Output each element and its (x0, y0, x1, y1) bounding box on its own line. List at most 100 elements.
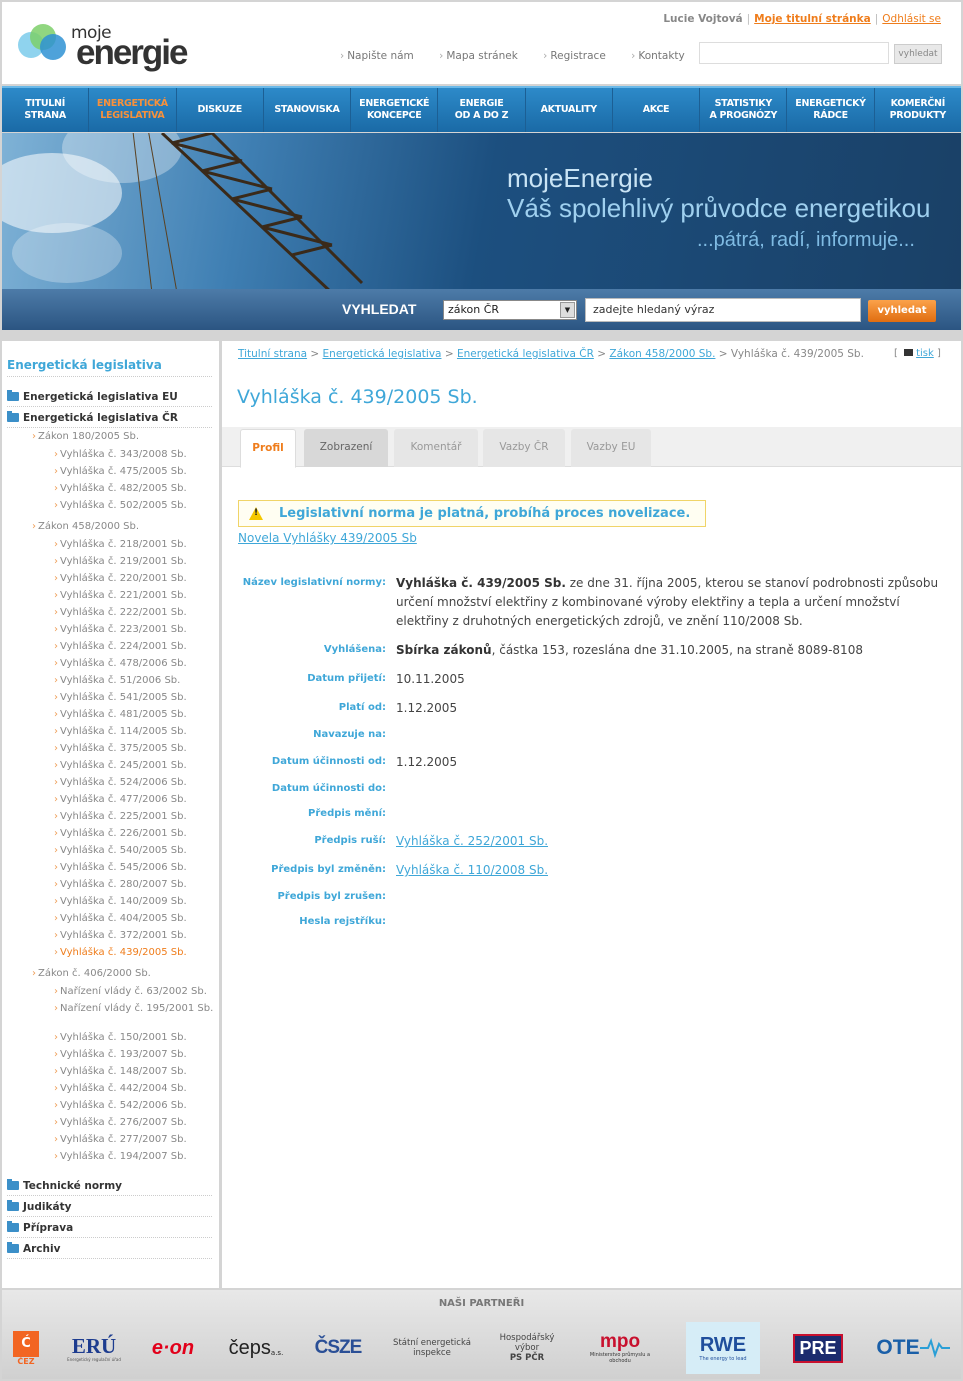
search-category-select[interactable]: zákon ČR ▼ (443, 300, 577, 320)
tab-vazby-cr[interactable]: Vazby ČR (483, 429, 565, 467)
sidebar-item[interactable]: › Vyhláška č. 477/2006 Sb. (54, 793, 214, 806)
printer-icon[interactable] (904, 349, 914, 356)
sidebar-item[interactable]: › Vyhláška č. 524/2006 Sb. (54, 776, 214, 789)
zmenen-link[interactable]: Vyhláška č. 110/2008 Sb. (396, 863, 548, 877)
sidebar-item[interactable]: › Vyhláška č. 442/2004 Sb. (54, 1082, 214, 1095)
eon-logo[interactable]: e·on (142, 1328, 204, 1368)
sidebar-item-judikaty[interactable]: Judikáty (7, 1200, 212, 1217)
sidebar-item[interactable]: › Vyhláška č. 478/2006 Sb. (54, 657, 214, 670)
sidebar-item[interactable]: › Nařízení vlády č. 63/2002 Sb. (54, 985, 214, 998)
sidebar-item[interactable]: › Vyhláška č. 224/2001 Sb. (54, 640, 214, 653)
rusi-link[interactable]: Vyhláška č. 252/2001 Sb. (396, 834, 548, 848)
breadcrumb-link[interactable]: Energetická legislativa (323, 348, 442, 360)
sidebar-item-technicke-normy[interactable]: Technické normy (7, 1179, 212, 1196)
my-homepage-link[interactable]: Moje titulní stránka (754, 13, 871, 25)
sidebar-item[interactable]: › Vyhláška č. 220/2001 Sb. (54, 572, 214, 585)
search-input[interactable]: zadejte hledaný výraz (585, 298, 861, 322)
tab-komentar[interactable]: Komentář (394, 429, 478, 467)
breadcrumb-link[interactable]: Titulní strana (238, 348, 307, 360)
nav-aktuality[interactable]: Aktuality (526, 88, 613, 132)
nav-energeticke-koncepce[interactable]: Energetické koncepce (351, 88, 439, 132)
arrow-icon: › (631, 50, 636, 62)
sidebar-item[interactable]: › Vyhláška č. 545/2006 Sb. (54, 861, 214, 874)
rwe-logo[interactable]: RWE The energy to lead (686, 1322, 760, 1374)
sidebar-item[interactable]: › Vyhláška č. 223/2001 Sb. (54, 623, 214, 636)
ceps-logo[interactable]: čeps a.s. (224, 1328, 288, 1368)
sidebar-item[interactable]: › Vyhláška č. 540/2005 Sb. (54, 844, 214, 857)
sidebar-item-legislativa-cr[interactable]: Energetická legislativa ČR (7, 411, 212, 428)
tab-profil[interactable]: Profil (240, 429, 296, 468)
sidebar-item[interactable]: › Vyhláška č. 194/2007 Sb. (54, 1150, 214, 1163)
eru-logo[interactable]: ERÚ Energetický regulační úřad (62, 1328, 126, 1368)
sidebar-item[interactable]: › Vyhláška č. 276/2007 Sb. (54, 1116, 214, 1129)
logo[interactable]: moje energie (18, 20, 218, 76)
field-label: Vyhlášena: (323, 644, 386, 655)
sidebar-item[interactable]: › Vyhláška č. 219/2001 Sb. (54, 555, 214, 568)
nav-energie-od-a-do-z[interactable]: Energie od A do Z (438, 88, 526, 132)
csze-logo[interactable]: ČSZE (308, 1328, 368, 1368)
arrow-icon: › (54, 811, 58, 822)
sidebar-item[interactable]: › Vyhláška č. 114/2005 Sb. (54, 725, 214, 738)
sidebar-item[interactable]: › Vyhláška č. 404/2005 Sb. (54, 912, 214, 925)
ote-logo[interactable]: OTE (870, 1328, 956, 1368)
sidebar-item[interactable]: › Vyhláška č. 482/2005 Sb. (54, 482, 214, 495)
breadcrumb-link[interactable]: Zákon 458/2000 Sb. (609, 348, 715, 360)
sidebar-item[interactable]: › Vyhláška č. 222/2001 Sb. (54, 606, 214, 619)
sidebar-group-2[interactable]: › Zákon 458/2000 Sb. (32, 521, 139, 532)
sei-logo[interactable]: Státní energetická inspekce (388, 1328, 476, 1368)
nav-energeticky-radce[interactable]: Energetický rádce (787, 88, 875, 132)
sidebar-group-3[interactable]: › Zákon č. 406/2000 Sb. (32, 968, 151, 979)
logout-link[interactable]: Odhlásit se (882, 13, 941, 25)
sidebar-item[interactable]: › Vyhláška č. 226/2001 Sb. (54, 827, 214, 840)
sidebar-item[interactable]: › Vyhláška č. 225/2001 Sb. (54, 810, 214, 823)
pre-logo[interactable]: PRE (788, 1328, 848, 1368)
sidebar-item[interactable]: › Vyhláška č. 218/2001 Sb. (54, 538, 214, 551)
sitemap-link[interactable]: › Mapa stránek (439, 50, 529, 62)
top-search-input[interactable] (699, 42, 889, 64)
sidebar-item[interactable]: › Vyhláška č. 150/2001 Sb. (54, 1031, 214, 1044)
nav-akce[interactable]: Akce (613, 88, 701, 132)
tab-vazby-eu[interactable]: Vazby EU (571, 429, 651, 467)
cez-logo[interactable]: Ć ČEZ (8, 1328, 44, 1368)
sidebar-item[interactable]: › Vyhláška č. 475/2005 Sb. (54, 465, 214, 478)
sidebar-item[interactable]: › Nařízení vlády č. 195/2001 Sb. (54, 1002, 214, 1015)
novela-link[interactable]: Novela Vyhlášky 439/2005 Sb (238, 531, 417, 545)
sidebar-item[interactable]: › Vyhláška č. 542/2006 Sb. (54, 1099, 214, 1112)
tab-zobrazeni[interactable]: Zobrazení (304, 429, 388, 467)
nav-titulni-strana[interactable]: Titulní strana (2, 88, 90, 132)
print-link[interactable]: tisk (916, 348, 934, 359)
sidebar-group-1[interactable]: › Zákon 180/2005 Sb. (32, 431, 139, 442)
sidebar-item[interactable]: › Vyhláška č. 277/2007 Sb. (54, 1133, 214, 1146)
hospodarsky-vybor-logo[interactable]: Hospodářský výbor PS PČR (492, 1328, 562, 1368)
sidebar-item[interactable]: › Vyhláška č. 502/2005 Sb. (54, 499, 214, 512)
contacts-link[interactable]: › Kontakty (631, 50, 696, 62)
mpo-logo[interactable]: mpo Ministerstvo průmyslu a obchodu (580, 1328, 660, 1368)
sidebar-item[interactable]: › Vyhláška č. 193/2007 Sb. (54, 1048, 214, 1061)
sidebar-item-legislativa-eu[interactable]: Energetická legislativa EU (7, 390, 212, 407)
sidebar-item[interactable]: › Vyhláška č. 375/2005 Sb. (54, 742, 214, 755)
breadcrumb-link[interactable]: Energetická legislativa ČR (457, 348, 594, 360)
search-button[interactable]: vyhledat (868, 300, 936, 322)
sidebar-item[interactable]: › Vyhláška č. 372/2001 Sb. (54, 929, 214, 942)
sidebar-item[interactable]: › Vyhláška č. 481/2005 Sb. (54, 708, 214, 721)
sidebar-item-archiv[interactable]: Archiv (7, 1242, 212, 1259)
top-search-button[interactable]: vyhledat (894, 44, 942, 64)
nav-energeticka-legislativa[interactable]: Energetická legislativa (89, 88, 177, 132)
sidebar-item[interactable]: › Vyhláška č. 140/2009 Sb. (54, 895, 214, 908)
sidebar-item[interactable]: › Vyhláška č. 280/2007 Sb. (54, 878, 214, 891)
sidebar-item[interactable]: › Vyhláška č. 439/2005 Sb. (54, 946, 214, 959)
sidebar-item[interactable]: › Vyhláška č. 221/2001 Sb. (54, 589, 214, 602)
contact-us-link[interactable]: › Napište nám (340, 50, 425, 62)
dropdown-arrow-icon[interactable]: ▼ (560, 302, 575, 318)
sidebar-item[interactable]: › Vyhláška č. 541/2005 Sb. (54, 691, 214, 704)
sidebar-item[interactable]: › Vyhláška č. 245/2001 Sb. (54, 759, 214, 772)
sidebar-item-priprava[interactable]: Příprava (7, 1221, 212, 1238)
nav-statistiky[interactable]: Statistiky a prognózy (700, 88, 788, 132)
sidebar-item[interactable]: › Vyhláška č. 51/2006 Sb. (54, 674, 214, 687)
sidebar-item[interactable]: › Vyhláška č. 343/2008 Sb. (54, 448, 214, 461)
nav-stanoviska[interactable]: Stanoviska (264, 88, 352, 132)
registration-link[interactable]: › Registrace (543, 50, 617, 62)
nav-komercni-produkty[interactable]: Komerční produkty (875, 88, 961, 132)
sidebar-item[interactable]: › Vyhláška č. 148/2007 Sb. (54, 1065, 214, 1078)
nav-diskuze[interactable]: Diskuze (177, 88, 264, 132)
